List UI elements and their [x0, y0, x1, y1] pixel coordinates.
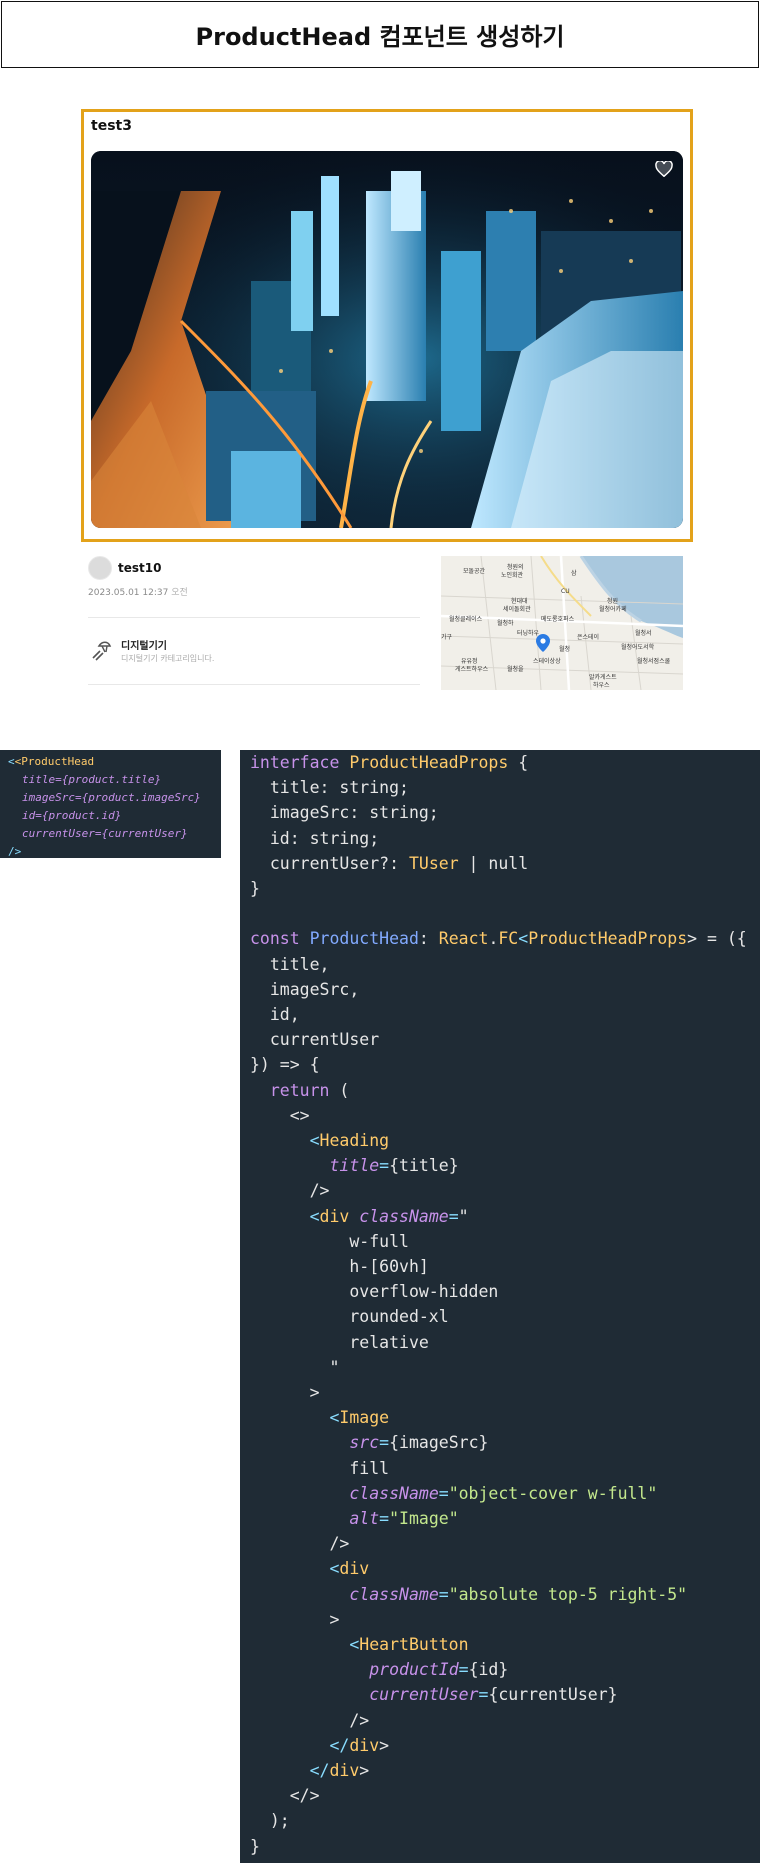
map-label: 터닝하우: [517, 630, 540, 637]
code-line: currentUser?: TUser | null: [250, 853, 529, 873]
code-line: >: [250, 1383, 320, 1402]
code-line: >: [250, 1609, 340, 1629]
snippet-line: imageSrc={product.imageSrc}: [22, 791, 201, 804]
map-label: 노인회관: [501, 572, 524, 579]
product-image: [91, 151, 683, 528]
code-line: />: [250, 1181, 330, 1201]
map-label: 월청: [559, 646, 571, 653]
map-label: 모돌공간: [463, 568, 486, 575]
map-label: 가구: [441, 634, 453, 641]
code-line: interface ProductHeadProps {: [250, 753, 529, 772]
code-line: rounded-xl: [250, 1307, 449, 1327]
code-line: }: [250, 1836, 260, 1856]
map-label: 월청서: [635, 630, 652, 637]
code-line: id,: [250, 1005, 300, 1024]
map-label: 월청어도서학: [621, 644, 655, 651]
code-line: return (: [269, 1080, 350, 1100]
username: test10: [118, 561, 162, 575]
code-line: id: string;: [250, 828, 380, 848]
code-line: const ProductHead: React.FC<ProductHeadP…: [250, 929, 747, 949]
code-line: <Image: [329, 1408, 390, 1428]
heart-icon[interactable]: [655, 161, 673, 177]
code-line: className="object-cover w-full": [349, 1483, 658, 1503]
code-line: }) => {: [250, 1055, 320, 1075]
code-line: <Heading: [309, 1131, 390, 1150]
code-line: <div className=": [309, 1206, 469, 1226]
snippet-line: />: [8, 845, 22, 858]
map-label: 월청을: [507, 666, 524, 673]
code-line: title={title}: [329, 1156, 459, 1176]
code-line: title: string;: [250, 778, 409, 798]
code-line: src={imageSrc}: [349, 1433, 489, 1453]
map-label: 메도롱호퍼스: [541, 616, 575, 623]
code-line: />: [250, 1710, 370, 1730]
post-date: 2023.05.01 12:37 오전: [88, 585, 188, 598]
date-value: 2023.05.01 12:37: [88, 588, 169, 598]
code-line: currentUser={currentUser}: [369, 1685, 618, 1705]
product-head-frame: test3: [81, 109, 693, 542]
code-line: title,: [250, 954, 330, 974]
map-label: 은스테이: [577, 634, 600, 641]
map-label: 월청어카페: [599, 606, 627, 613]
code-line: ": [250, 1357, 340, 1377]
snippet-line: currentUser={currentUser}: [22, 827, 188, 840]
avatar: [88, 556, 112, 580]
city-night-image: [91, 151, 683, 528]
code-line: <>: [250, 1105, 310, 1125]
code-line: relative: [250, 1332, 429, 1352]
map-label: 월청클레이스: [449, 616, 483, 623]
code-line: currentUser: [250, 1030, 380, 1050]
page-title: ProductHead 컴포넌트 생성하기: [1, 1, 759, 68]
code-line: h-[60vh]: [250, 1257, 429, 1276]
code-line: );: [250, 1811, 290, 1831]
category-name: 디지털기기: [121, 641, 167, 652]
usage-snippet: <<ProductHead title={product.title} imag…: [0, 750, 221, 858]
code-line: alt="Image": [349, 1509, 459, 1528]
category-description: 디지털기기 카테고리입니다.: [121, 654, 215, 663]
map-label: 월청하: [497, 620, 514, 627]
map-label: 스테이상상: [533, 658, 561, 665]
user-info: test10: [88, 556, 161, 580]
code-line: </div>: [309, 1761, 370, 1780]
map-label: CU: [561, 588, 570, 595]
snippet-line: title={product.title}: [22, 773, 162, 786]
code-line: <div: [329, 1559, 370, 1579]
code-line: productId={id}: [369, 1660, 509, 1680]
snippet-line: <<ProductHead: [8, 755, 95, 768]
divider: [88, 684, 420, 685]
map-label: 하우스: [593, 682, 610, 689]
divider: [88, 617, 420, 618]
date-ampm: 오전: [171, 588, 188, 598]
digital-device-icon: [92, 641, 112, 661]
code-line: className="absolute top-5 right-5": [349, 1584, 688, 1604]
code-line: </div>: [329, 1735, 390, 1755]
location-map[interactable]: 모돌공간 청원의 노인회관 삼 CU 현대대 세이돌회관 청원 월청어카페 월청…: [441, 556, 683, 690]
code-line: </>: [250, 1786, 320, 1806]
map-label: 세이돌회관: [503, 606, 531, 613]
code-line: fill: [250, 1458, 390, 1478]
code-line: }: [250, 879, 260, 898]
code-line: imageSrc,: [250, 979, 360, 999]
code-block: interface ProductHeadProps { title: stri…: [240, 750, 760, 1863]
product-title: test3: [91, 118, 132, 134]
code-line: w-full: [250, 1231, 409, 1251]
code-line: overflow-hidden: [250, 1282, 499, 1302]
code-line: <HeartButton: [349, 1635, 469, 1654]
snippet-line: id={product.id}: [22, 809, 122, 822]
map-label: 삼: [571, 570, 577, 577]
code-line: imageSrc: string;: [250, 803, 439, 823]
map-label: 월청서점스쿨: [637, 658, 671, 665]
code-line: />: [250, 1534, 350, 1554]
map-label: 게스트하우스: [455, 666, 489, 673]
